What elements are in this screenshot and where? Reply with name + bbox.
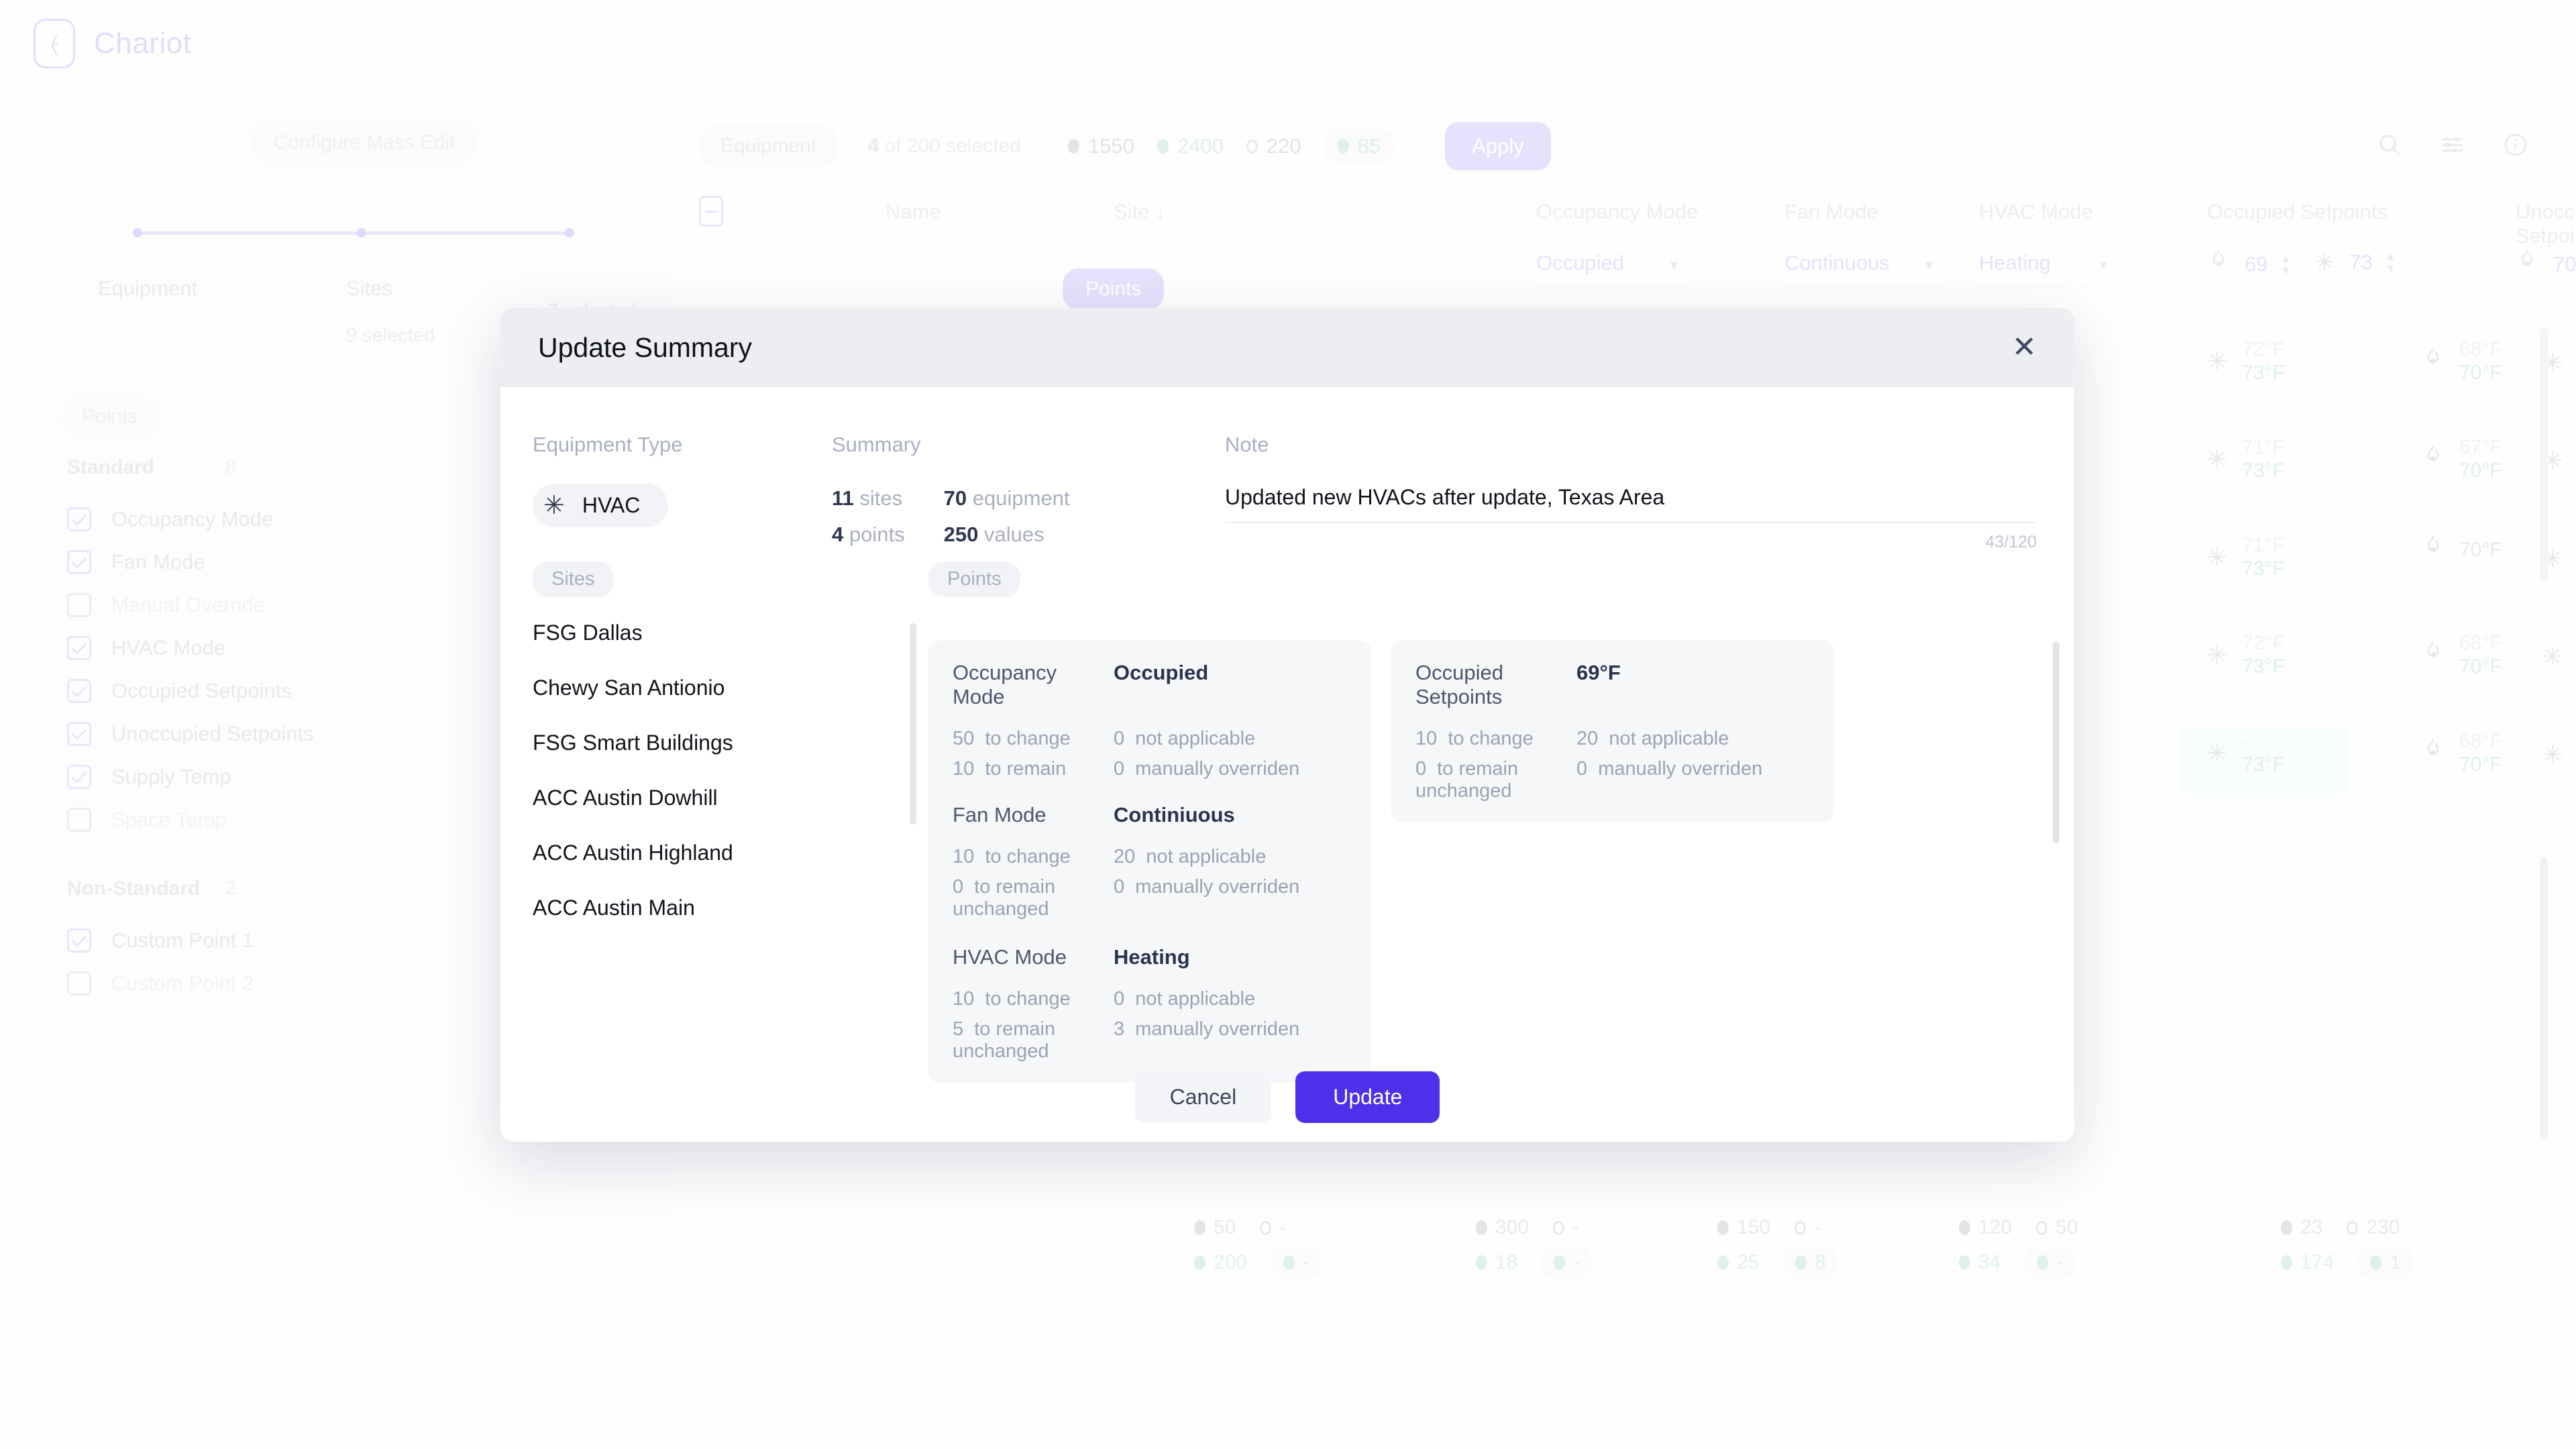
point-card-not-applicable: 20 not applicable — [1576, 728, 1729, 749]
summary-number: 11 — [832, 486, 854, 510]
modal-points-tab[interactable]: Points — [928, 561, 1020, 597]
point-card-not-applicable: 20 not applicable — [1114, 846, 1267, 867]
site-list-item: ACC Austin Dowhill — [533, 786, 718, 810]
modal-title: Update Summary — [538, 331, 753, 363]
summary-unit: points — [849, 523, 905, 546]
point-summary-card: HVAC Mode Heating 10 to change 5 to remain … — [928, 925, 1371, 1083]
site-list-item: FSG Dallas — [533, 621, 643, 645]
snowflake-icon-modal: ✳ — [543, 492, 565, 520]
update-summary-modal: Update Summary ✕ Equipment Type ✳ HVAC S… — [500, 308, 2074, 1142]
app-root: ⦑ Chariot Configure Mass Edit Equipment … — [0, 0, 2576, 1449]
summary-grid: 11 sites 70 equipment 4 points 250 values — [832, 486, 1070, 547]
summary-label: Summary — [832, 433, 921, 456]
point-card-overridden: 0 manually overriden — [1114, 758, 1300, 780]
site-list-item: FSG Smart Buildings — [533, 731, 733, 755]
modal-equipment-chip: ✳ HVAC — [533, 484, 669, 527]
point-card-to-change: 10 to change — [1415, 728, 1534, 749]
point-card-unchanged: 0 to remain unchanged — [1415, 758, 1519, 802]
point-card-name: Occupied Setpoints — [1415, 661, 1503, 708]
summary-item: 11 sites — [832, 486, 905, 511]
note-label: Note — [1225, 433, 1269, 456]
point-card-unchanged: 5 to remain unchanged — [953, 1018, 1056, 1062]
equipment-type-label: Equipment Type — [533, 433, 683, 456]
point-card-name: HVAC Mode — [953, 945, 1067, 969]
cancel-button[interactable]: Cancel — [1134, 1071, 1272, 1123]
point-card-not-applicable: 0 not applicable — [1114, 728, 1256, 749]
point-card-value: 69°F — [1576, 661, 1621, 684]
note-section: Note Updated new HVACs after update, Tex… — [1225, 433, 2037, 552]
summary-item: 250 values — [944, 523, 1070, 547]
note-char-count: 43/120 — [1985, 533, 2037, 551]
point-card-not-applicable: 0 not applicable — [1114, 988, 1256, 1010]
points-scrollbar[interactable] — [2053, 642, 2059, 843]
point-summary-card: Fan Mode Continiuous 10 to change 0 to rema… — [928, 783, 1371, 941]
modal-footer: Cancel Update — [500, 1071, 2074, 1123]
point-card-value: Occupied — [1114, 661, 1209, 684]
summary-item: 70 equipment — [944, 486, 1070, 511]
site-list-item: Chewy San Antionio — [533, 676, 725, 700]
site-list-item: ACC Austin Highland — [533, 841, 733, 865]
summary-number: 70 — [943, 486, 967, 510]
point-card-name: Fan Mode — [953, 803, 1046, 826]
summary-unit: sites — [859, 486, 903, 510]
close-icon[interactable]: ✕ — [2012, 333, 2037, 362]
site-list-item: ACC Austin Main — [533, 896, 695, 920]
point-card-name: Occupancy Mode — [953, 661, 1057, 708]
point-card-overridden: 0 manually overriden — [1114, 876, 1300, 898]
summary-unit: values — [983, 523, 1044, 546]
modal-sites-list: FSG Dallas Chewy San Antionio FSG Smart Bu… — [533, 621, 888, 951]
modal-body: Equipment Type ✳ HVAC Summary 11 sites 70… — [500, 387, 2074, 1142]
point-summary-card: Occupied Setpoints 69°F 10 to change 0 to r… — [1391, 641, 1834, 822]
modal-equipment-chip-label: HVAC — [582, 493, 641, 517]
point-card-value: Continiuous — [1114, 803, 1235, 826]
point-card-to-change: 50 to change — [953, 728, 1071, 749]
modal-header: Update Summary ✕ — [500, 308, 2074, 387]
note-input[interactable]: Updated new HVACs after update, Texas Ar… — [1225, 485, 2037, 523]
point-card-to-change: 10 to change — [953, 988, 1071, 1010]
sites-scrollbar[interactable] — [910, 623, 916, 824]
point-card-overridden: 3 manually overriden — [1114, 1018, 1300, 1040]
point-card-to-change: 10 to change — [953, 846, 1071, 867]
point-card-unchanged: 0 to remain unchanged — [953, 876, 1056, 920]
summary-item: 4 points — [832, 523, 905, 547]
point-card-overridden: 0 manually overriden — [1576, 758, 1763, 780]
summary-unit: equipment — [972, 486, 1070, 510]
summary-section: Summary 11 sites 70 equipment 4 points 250 … — [832, 433, 1070, 547]
equipment-type-section: Equipment Type ✳ HVAC — [533, 433, 682, 527]
update-button[interactable]: Update — [1295, 1071, 1440, 1123]
modal-sites-tab[interactable]: Sites — [533, 561, 614, 597]
point-card-value: Heating — [1114, 945, 1190, 969]
summary-number: 250 — [943, 523, 979, 546]
summary-number: 4 — [832, 523, 844, 546]
